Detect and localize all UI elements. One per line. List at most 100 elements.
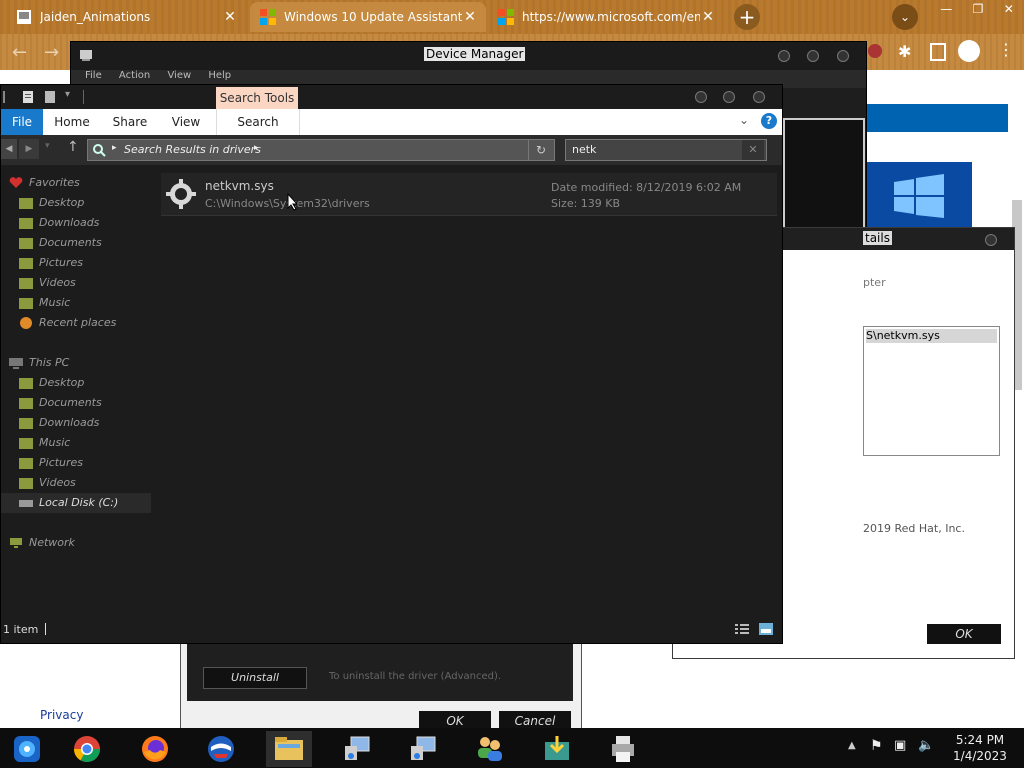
browser-tab-microsoft-url[interactable]: https://www.microsoft.com/en-us ✕ bbox=[488, 2, 724, 32]
clear-search-icon[interactable]: ✕ bbox=[742, 140, 764, 160]
close-button[interactable] bbox=[753, 91, 765, 103]
clock[interactable]: 5:24 PM 1/4/2023 bbox=[942, 732, 1018, 764]
sidepanel-icon[interactable] bbox=[930, 43, 946, 61]
menu-help[interactable]: Help bbox=[208, 70, 231, 81]
nav-pc-documents[interactable]: Documents bbox=[1, 393, 151, 413]
nav-pc-music[interactable]: Music bbox=[1, 433, 151, 453]
tab-view[interactable]: View bbox=[163, 109, 209, 135]
tab-title: Windows 10 Update Assistant - Mi bbox=[284, 10, 462, 24]
search-tools-contextual-tab[interactable]: Search Tools bbox=[216, 87, 298, 109]
network-setup-icon[interactable] bbox=[334, 731, 380, 767]
close-tab-icon[interactable]: ✕ bbox=[222, 9, 238, 25]
search-result-row[interactable]: netkvm.sys C:\Windows\System32\drivers D… bbox=[161, 173, 777, 216]
restore-icon[interactable]: ❐ bbox=[973, 2, 984, 18]
ribbon-expand-icon[interactable]: ⌄ bbox=[739, 113, 749, 127]
extensions-puzzle-icon[interactable]: ✱ bbox=[898, 42, 911, 61]
search-input[interactable]: netk bbox=[572, 143, 596, 156]
browser-tab-jaiden[interactable]: Jaiden_Animations ✕ bbox=[6, 2, 246, 32]
action-center-flag-icon[interactable]: ⚑ bbox=[870, 738, 883, 754]
address-bar[interactable]: ▸ Search Results in drivers ▸ ↻ bbox=[87, 139, 555, 161]
address-text[interactable]: Search Results in drivers bbox=[124, 143, 261, 156]
browser-tab-update-assistant[interactable]: Windows 10 Update Assistant - Mi ✕ bbox=[250, 2, 486, 32]
qat-dropdown-icon[interactable]: ▾ bbox=[65, 89, 70, 100]
nav-favorites-documents[interactable]: Documents bbox=[1, 233, 151, 253]
new-tab-button[interactable]: + bbox=[734, 4, 760, 30]
help-icon[interactable]: ? bbox=[761, 113, 777, 129]
search-box[interactable]: netk ✕ bbox=[565, 139, 767, 161]
back-arrow-icon[interactable]: ← bbox=[12, 42, 27, 63]
nav-favorites[interactable]: Favorites bbox=[1, 173, 151, 193]
forward-button[interactable]: ▶ bbox=[19, 139, 39, 159]
folder-icon bbox=[19, 258, 33, 269]
close-icon[interactable]: ✕ bbox=[1004, 2, 1014, 18]
breadcrumb-chevron-icon[interactable]: ▸ bbox=[254, 143, 259, 153]
download-icon[interactable] bbox=[534, 731, 580, 767]
close-tab-icon[interactable]: ✕ bbox=[462, 9, 478, 25]
show-hidden-icons-icon[interactable]: ▲ bbox=[848, 740, 856, 751]
close-button[interactable] bbox=[985, 234, 997, 246]
nav-this-pc[interactable]: This PC bbox=[1, 353, 151, 373]
maximize-button[interactable] bbox=[807, 50, 819, 62]
chrome-icon[interactable] bbox=[64, 731, 110, 767]
tab-home[interactable]: Home bbox=[49, 109, 95, 135]
tab-title: Jaiden_Animations bbox=[40, 10, 151, 24]
window-icon bbox=[3, 91, 11, 103]
properties-icon[interactable] bbox=[21, 90, 35, 104]
minimize-icon[interactable]: — bbox=[940, 2, 952, 18]
firefox-icon[interactable] bbox=[132, 731, 178, 767]
nav-favorites-downloads[interactable]: Downloads bbox=[1, 213, 151, 233]
qat-divider bbox=[83, 90, 84, 104]
nav-pc-desktop[interactable]: Desktop bbox=[1, 373, 151, 393]
nav-pc-pictures[interactable]: Pictures bbox=[1, 453, 151, 473]
back-button[interactable]: ◀ bbox=[1, 139, 17, 159]
forward-arrow-icon[interactable]: → bbox=[44, 42, 59, 63]
recent-locations-icon[interactable]: ▾ bbox=[45, 141, 50, 151]
profile-icon[interactable] bbox=[958, 40, 980, 62]
up-arrow-icon[interactable]: ↑ bbox=[67, 139, 79, 155]
nav-favorites-music[interactable]: Music bbox=[1, 293, 151, 313]
nav-pc-videos[interactable]: Videos bbox=[1, 473, 151, 493]
close-tab-icon[interactable]: ✕ bbox=[700, 9, 716, 25]
volume-icon[interactable]: 🔈 bbox=[918, 738, 934, 753]
uninstall-button[interactable]: Uninstall bbox=[203, 667, 307, 689]
profile-avatar-small[interactable] bbox=[868, 44, 882, 58]
file-explorer-icon[interactable] bbox=[266, 731, 312, 767]
nav-pc-downloads[interactable]: Downloads bbox=[1, 413, 151, 433]
browser-menu-icon[interactable]: ⋮ bbox=[998, 40, 1014, 59]
folder-icon bbox=[19, 438, 33, 449]
windows-media-center-icon[interactable] bbox=[4, 731, 50, 767]
nav-favorites-pictures[interactable]: Pictures bbox=[1, 253, 151, 273]
large-icons-view-icon[interactable] bbox=[759, 623, 773, 635]
nav-favorites-desktop[interactable]: Desktop bbox=[1, 193, 151, 213]
menu-file[interactable]: File bbox=[85, 70, 102, 81]
tab-search-button[interactable]: ⌄ bbox=[892, 4, 918, 30]
driver-file-item[interactable]: S\netkvm.sys bbox=[866, 329, 997, 343]
privacy-link[interactable]: Privacy bbox=[40, 708, 83, 722]
nav-favorites-recent-places[interactable]: Recent places bbox=[1, 313, 151, 333]
refresh-icon[interactable]: ↻ bbox=[528, 140, 553, 160]
minimize-button[interactable] bbox=[778, 50, 790, 62]
tab-file[interactable]: File bbox=[1, 109, 43, 135]
menu-view[interactable]: View bbox=[167, 70, 191, 81]
nav-favorites-videos[interactable]: Videos bbox=[1, 273, 151, 293]
new-folder-icon[interactable] bbox=[43, 90, 57, 104]
maximize-button[interactable] bbox=[723, 91, 735, 103]
breadcrumb-chevron-icon[interactable]: ▸ bbox=[112, 143, 117, 153]
users-icon[interactable] bbox=[466, 731, 512, 767]
tab-search[interactable]: Search bbox=[216, 109, 300, 135]
network-status-icon[interactable]: ▣ bbox=[894, 738, 906, 753]
result-file-name[interactable]: netkvm.sys bbox=[205, 179, 274, 193]
ok-button[interactable]: OK bbox=[927, 624, 1001, 644]
office-icon[interactable] bbox=[198, 731, 244, 767]
driver-files-list[interactable]: S\netkvm.sys bbox=[863, 326, 1000, 456]
printer-icon[interactable] bbox=[600, 731, 646, 767]
details-view-icon[interactable] bbox=[735, 623, 749, 635]
minimize-button[interactable] bbox=[695, 91, 707, 103]
network-setup-icon-2[interactable] bbox=[400, 731, 446, 767]
tab-share[interactable]: Share bbox=[107, 109, 153, 135]
close-button[interactable] bbox=[837, 50, 849, 62]
nav-pc-local-disk[interactable]: Local Disk (C:) bbox=[1, 493, 151, 513]
menu-action[interactable]: Action bbox=[119, 70, 150, 81]
nav-network[interactable]: Network bbox=[1, 533, 151, 553]
folder-icon bbox=[19, 398, 33, 409]
